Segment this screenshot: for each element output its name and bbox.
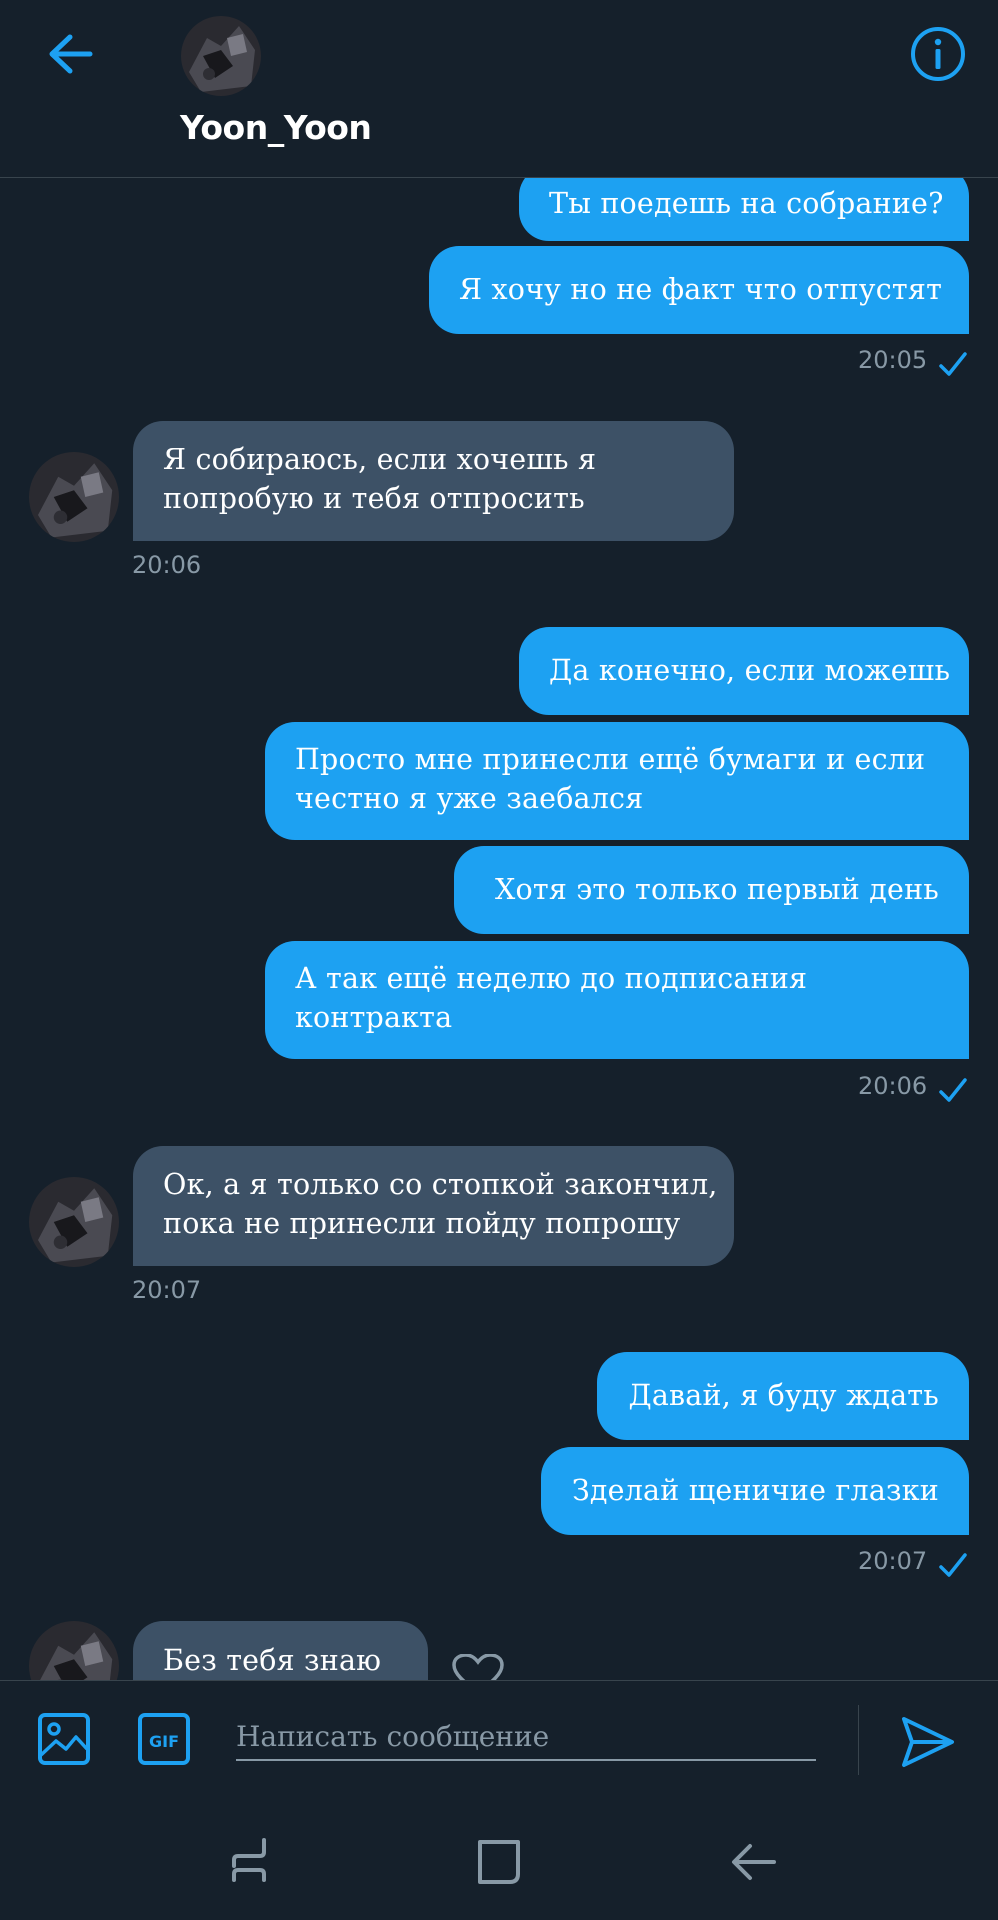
message-text-line: попробую и тебя отпросить <box>163 482 585 515</box>
message-text: Без тебя знаю <box>163 1644 382 1677</box>
message-timestamp: 20:07 <box>132 1276 202 1304</box>
message-bubble-outgoing[interactable]: Просто мне принесли ещё бумаги и если че… <box>265 722 969 840</box>
recent-apps-button[interactable] <box>220 1834 280 1890</box>
message-bubble-outgoing[interactable]: Я хочу но не факт что отпустят <box>429 246 969 334</box>
message-bubble-outgoing[interactable]: А так ещё неделю до подписания контракта <box>265 941 969 1059</box>
system-navigation-bar <box>0 1800 998 1920</box>
message-text: Да конечно, если можешь <box>549 654 951 687</box>
add-gif-button[interactable]: GIF <box>136 1711 192 1767</box>
check-icon <box>939 1553 967 1577</box>
message-timestamp: 20:06 <box>858 1072 928 1100</box>
message-timestamp: 20:05 <box>858 346 928 374</box>
back-icon <box>732 1844 776 1880</box>
message-bubble-outgoing[interactable]: Давай, я буду ждать <box>597 1352 969 1440</box>
message-text-line: Я собираюсь, если хочешь я <box>163 443 597 476</box>
sender-avatar[interactable] <box>29 452 119 542</box>
recent-apps-icon <box>232 1838 266 1882</box>
avatar-image <box>29 452 119 542</box>
contact-name[interactable]: Yoon_Yoon <box>180 108 372 147</box>
send-icon <box>902 1717 954 1767</box>
message-bubble-outgoing[interactable]: Ты поедешь на собрание? <box>519 178 969 241</box>
system-back-button[interactable] <box>724 1834 784 1890</box>
message-bubble-outgoing[interactable]: Да конечно, если можешь <box>519 627 969 715</box>
message-timestamp: 20:06 <box>132 551 202 579</box>
sender-avatar[interactable] <box>29 1177 119 1267</box>
info-icon <box>911 27 965 81</box>
add-image-button[interactable] <box>36 1711 92 1767</box>
message-input[interactable] <box>236 1713 816 1761</box>
home-icon <box>478 1840 520 1884</box>
dm-conversation-screen: Yoon_Yoon Ты поедешь на собрание? Я хочу… <box>0 0 998 1920</box>
sender-avatar[interactable] <box>29 1621 119 1680</box>
avatar-image <box>29 1177 119 1267</box>
gif-icon: GIF <box>138 1713 190 1765</box>
gif-label: GIF <box>149 1732 179 1751</box>
avatar-image <box>181 16 261 96</box>
back-arrow-icon <box>49 34 93 74</box>
image-icon <box>38 1713 90 1765</box>
message-text-line: контракта <box>295 1001 453 1034</box>
contact-avatar[interactable] <box>181 16 261 96</box>
message-bubble-incoming[interactable]: Я собираюсь, если хочешь я попробую и те… <box>133 421 734 541</box>
message-text-line: пока не принесли пойду попрошу <box>163 1207 681 1240</box>
check-icon <box>939 352 967 376</box>
message-bubble-incoming[interactable]: Без тебя знаю <box>133 1621 428 1680</box>
home-button[interactable] <box>470 1834 530 1890</box>
message-list[interactable]: Ты поедешь на собрание? Я хочу но не фак… <box>0 178 998 1680</box>
send-button[interactable] <box>898 1713 958 1771</box>
conversation-header: Yoon_Yoon <box>0 0 998 178</box>
avatar-image <box>29 1621 119 1680</box>
message-text: Ты поедешь на собрание? <box>549 187 944 220</box>
message-text-line: честно я уже заебался <box>295 782 644 815</box>
message-text-line: Просто мне принесли ещё бумаги и если <box>295 743 926 776</box>
compose-bar: GIF <box>0 1680 998 1800</box>
message-text: Давай, я буду ждать <box>628 1379 939 1412</box>
message-bubble-outgoing[interactable]: Зделай щеничие глазки <box>541 1447 969 1535</box>
message-text-line: Ок, а я только со стопкой закончил, <box>163 1168 718 1201</box>
compose-divider <box>858 1705 859 1775</box>
message-text-line: А так ещё неделю до подписания <box>295 962 808 995</box>
message-bubble-outgoing[interactable]: Хотя это только первый день <box>454 846 969 934</box>
heart-icon[interactable] <box>450 1654 506 1680</box>
check-icon <box>939 1078 967 1102</box>
info-button[interactable] <box>908 24 968 84</box>
back-button[interactable] <box>40 28 100 80</box>
message-text: Я хочу но не факт что отпустят <box>459 273 943 306</box>
message-text: Хотя это только первый день <box>495 873 939 906</box>
message-bubble-incoming[interactable]: Ок, а я только со стопкой закончил, пока… <box>133 1146 734 1266</box>
message-timestamp: 20:07 <box>858 1547 928 1575</box>
message-text: Зделай щеничие глазки <box>571 1474 939 1507</box>
